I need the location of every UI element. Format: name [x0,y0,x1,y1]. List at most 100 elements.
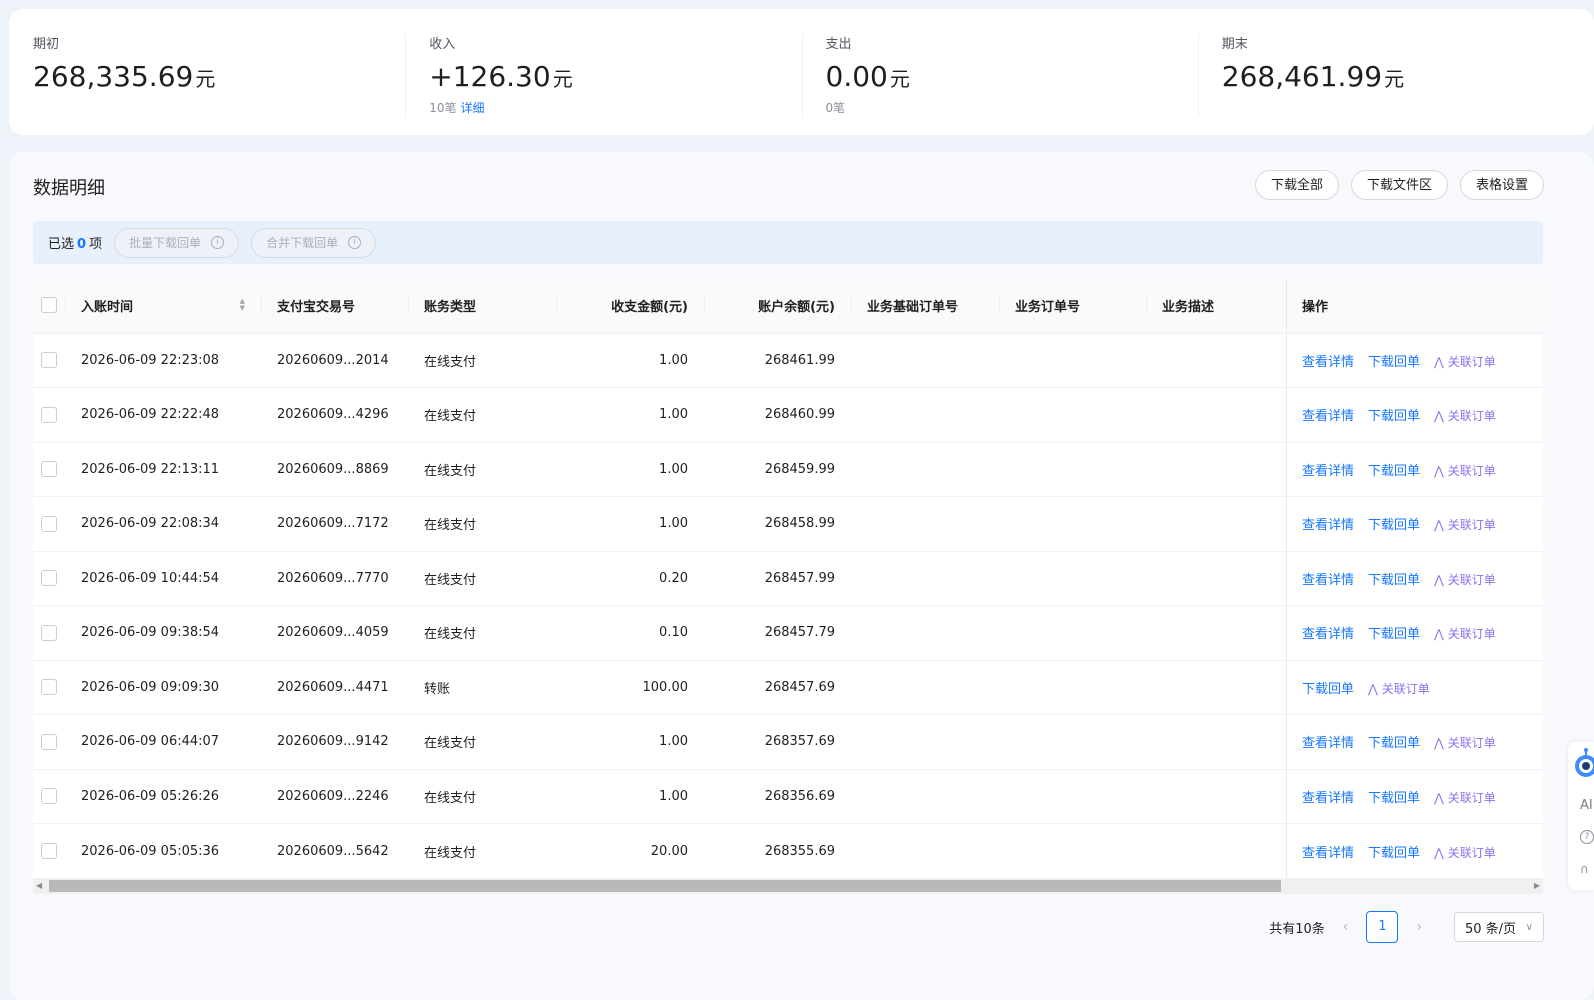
download-receipt-link[interactable]: 下载回单 [1368,736,1420,751]
link-order-label: 关联订单 [1447,518,1496,533]
row-checkbox[interactable] [41,515,57,532]
robot-icon[interactable] [1572,748,1594,782]
link-order-icon: ⋀ [1434,354,1448,369]
stat-label: 支出 [825,37,852,52]
sort-icon[interactable]: ▲ ▼ [240,298,245,312]
cell-order-no [999,388,1146,443]
scroll-right-icon[interactable]: ▶ [1534,881,1540,890]
download-receipt-link[interactable]: 下载回单 [1368,355,1420,370]
cell-time: 2026-06-09 05:05:36 [81,843,220,859]
headset-icon[interactable]: ∩ [1580,862,1589,876]
stat-label: 期初 [33,37,60,52]
view-detail-link[interactable]: 查看详情 [1302,736,1354,751]
stat-value: 268,335.69 元 [33,60,405,93]
view-detail-link[interactable]: 查看详情 [1302,518,1354,533]
row-checkbox[interactable] [41,570,57,587]
page-size-select[interactable]: 50 条/页 ∨ [1454,912,1544,942]
stat-label: 期末 [1221,37,1248,52]
assistant-widget: AI ? ∩ [1568,742,1594,890]
table-row: 2026-06-09 05:05:36 20260609...5642 在线支付… [33,823,1543,879]
table-settings-button[interactable]: 表格设置 [1459,170,1544,200]
cell-order-no [999,715,1146,770]
download-receipt-link[interactable]: 下载回单 [1368,791,1420,806]
stat-value: +126.30 元 [429,60,801,93]
chevron-down-icon: ∨ [1525,921,1533,933]
next-page-icon[interactable]: › [1416,919,1422,935]
col-header-label: 入账时间 [81,299,134,315]
income-detail-link[interactable]: 详细 [461,101,485,115]
scrollbar-thumb[interactable] [49,880,1281,892]
batch-download-button[interactable]: 批量下载回单 i [114,227,240,258]
cell-trade-no: 20260609...7172 [277,516,389,532]
row-checkbox[interactable] [41,733,57,750]
cell-order-no [999,824,1146,879]
download-receipt-link[interactable]: 下载回单 [1368,627,1420,642]
cell-balance: 268356.69 [764,788,835,804]
view-detail-link[interactable]: 查看详情 [1302,409,1354,424]
view-detail-link[interactable]: 查看详情 [1302,627,1354,642]
stat-unit: 元 [195,67,216,91]
download-receipt-link[interactable]: 下载回单 [1302,682,1354,697]
link-order-button[interactable]: ⋀ 关联订单 [1434,736,1496,750]
row-checkbox[interactable] [41,843,57,859]
ai-label[interactable]: AI [1580,798,1593,813]
download-receipt-link[interactable]: 下载回单 [1368,846,1420,861]
table-row: 2026-06-09 10:44:54 20260609...7770 在线支付… [33,551,1543,606]
download-receipt-link[interactable]: 下载回单 [1368,409,1420,424]
col-header-amount: 收支金额(元) [556,278,704,333]
stat-opening: 期初 268,335.69 元 [9,9,405,135]
stat-sub: 0笔 [826,99,1198,116]
cell-desc [1146,824,1286,879]
scroll-left-icon[interactable]: ◀ [36,881,42,890]
stat-closing: 期末 268,461.99 元 [1197,9,1594,135]
view-detail-link[interactable]: 查看详情 [1302,355,1354,370]
view-detail-link[interactable]: 查看详情 [1302,791,1354,806]
row-checkbox[interactable] [41,461,57,478]
row-checkbox[interactable] [41,788,57,805]
horizontal-scrollbar[interactable]: ◀ ▶ [33,878,1543,894]
download-area-button[interactable]: 下载文件区 [1350,170,1448,200]
view-detail-link[interactable]: 查看详情 [1302,573,1354,588]
download-receipt-link[interactable]: 下载回单 [1368,518,1420,533]
cell-ops: 查看详情 下载回单 ⋀ 关联订单 [1286,388,1543,443]
download-receipt-link[interactable]: 下载回单 [1368,573,1420,588]
table-row: 2026-06-09 22:08:34 20260609...7172 在线支付… [33,496,1543,552]
row-select-cell [33,715,65,770]
link-order-button[interactable]: ⋀ 关联订单 [1434,627,1496,641]
cell-amount: 0.10 [659,625,688,641]
link-order-button[interactable]: ⋀ 关联订单 [1434,409,1496,423]
cell-type: 转账 [424,681,451,697]
merge-download-button[interactable]: 合并下载回单 i [251,227,377,258]
stat-amount: 268,335.69 [33,60,194,93]
link-order-button[interactable]: ⋀ 关联订单 [1434,573,1496,587]
selection-prefix: 已选 [48,237,75,252]
download-receipt-link[interactable]: 下载回单 [1368,464,1420,479]
col-header-time[interactable]: 入账时间 ▲ ▼ [65,278,261,333]
row-checkbox[interactable] [41,624,57,641]
link-order-button[interactable]: ⋀ 关联订单 [1434,791,1496,805]
sticky-divider [1286,769,1287,823]
link-order-button[interactable]: ⋀ 关联订单 [1368,682,1430,696]
link-order-button[interactable]: ⋀ 关联订单 [1434,464,1496,478]
page-number[interactable]: 1 [1366,911,1399,943]
cell-ops: 查看详情 下载回单 ⋀ 关联订单 [1286,606,1543,661]
view-detail-link[interactable]: 查看详情 [1302,464,1354,479]
section-title: 数据明细 [33,178,105,199]
link-order-button[interactable]: ⋀ 关联订单 [1434,355,1496,369]
stat-income: 收入 +126.30 元 10笔 详细 [405,9,801,135]
cell-amount: 1.00 [659,407,688,423]
row-checkbox[interactable] [41,352,57,369]
row-checkbox[interactable] [41,406,57,423]
download-all-button[interactable]: 下载全部 [1254,170,1339,200]
prev-page-icon[interactable]: ‹ [1343,919,1349,935]
cell-type: 在线支付 [424,736,477,752]
help-icon[interactable]: ? [1580,830,1594,844]
link-order-button[interactable]: ⋀ 关联订单 [1434,518,1496,532]
row-checkbox[interactable] [41,679,57,696]
select-all-checkbox[interactable] [41,297,57,314]
link-order-button[interactable]: ⋀ 关联订单 [1434,846,1496,860]
cell-base-order [851,497,999,552]
view-detail-link[interactable]: 查看详情 [1302,846,1354,861]
stat-amount: 268,461.99 [1221,60,1383,93]
cell-order-no [999,769,1146,824]
